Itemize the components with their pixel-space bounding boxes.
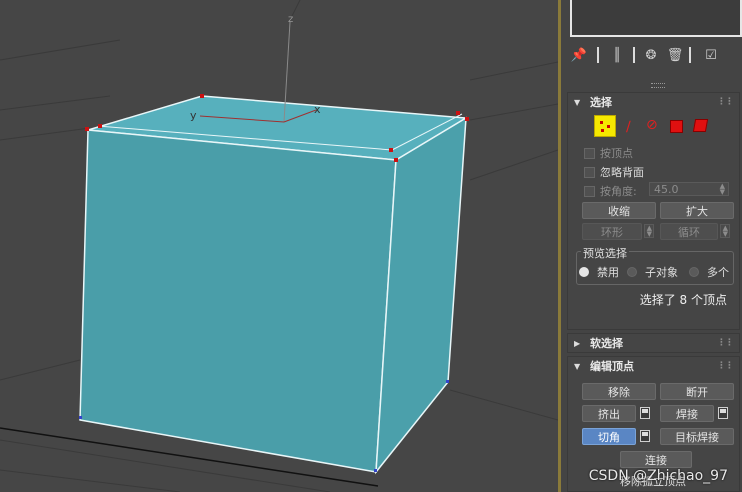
polygon-mode-icon[interactable] <box>670 120 683 133</box>
ring-button[interactable]: 环形 <box>582 223 642 240</box>
trash-icon[interactable]: 🗑 <box>667 46 684 64</box>
collapse-arrow-icon: ▼ <box>574 97 581 107</box>
axis-z-label: z <box>288 14 293 25</box>
weld-settings-icon[interactable] <box>718 407 728 419</box>
modifier-list-box[interactable] <box>570 0 742 37</box>
drag-handle-icon[interactable]: ⋮⋮ <box>717 361 734 371</box>
element-mode-icon[interactable] <box>692 119 709 132</box>
by-angle-checkbox[interactable]: 按角度: <box>584 183 637 199</box>
grow-button[interactable]: 扩大 <box>660 202 734 219</box>
preview-multi-radio[interactable]: 多个 <box>689 264 729 280</box>
cube-front-face[interactable] <box>79 129 397 473</box>
edge-mode-icon[interactable]: ∕ <box>626 119 631 135</box>
edit-vertices-rollout-header[interactable]: ▼ 编辑顶点 ⋮⋮ <box>568 357 739 375</box>
soft-selection-rollout: ▶ 软选择 ⋮⋮ <box>567 333 740 353</box>
ring-spinner[interactable]: ▲ ▼ <box>644 224 654 238</box>
selection-title: 选择 <box>590 96 612 109</box>
axis-y-label: y <box>190 109 197 122</box>
viewport-canvas[interactable]: z y x <box>0 0 558 492</box>
vertex-mode-icon[interactable] <box>594 115 616 137</box>
modifier-stack-toolbar: 📌 ║ ❂ 🗑 ☑ <box>571 46 741 66</box>
selection-rollout: ▼ 选择 ⋮⋮ ∕ ⊘ 按顶点 忽略背面 按角度: 45.0 ▲ ▼ 收缩 扩大 … <box>567 92 740 330</box>
edit-vertices-title: 编辑顶点 <box>590 360 634 373</box>
soft-selection-rollout-header[interactable]: ▶ 软选择 ⋮⋮ <box>568 334 739 352</box>
preview-selection-title: 预览选择 <box>581 245 629 261</box>
pin-icon[interactable]: 📌 <box>571 46 587 64</box>
selection-status: 选择了 8 个顶点 <box>639 293 727 307</box>
remove-button[interactable]: 移除 <box>582 383 656 400</box>
angle-spinner[interactable]: 45.0 ▲ ▼ <box>649 182 729 196</box>
selection-rollout-header[interactable]: ▼ 选择 ⋮⋮ <box>568 93 739 111</box>
break-button[interactable]: 断开 <box>660 383 734 400</box>
chamfer-settings-icon[interactable] <box>640 430 650 442</box>
weld-button[interactable]: 焊接 <box>660 405 714 422</box>
extrude-button[interactable]: 挤出 <box>582 405 636 422</box>
loop-spinner[interactable]: ▲ ▼ <box>720 224 730 238</box>
axis-x-label: x <box>314 103 321 116</box>
collapse-arrow-icon: ▼ <box>574 361 581 371</box>
target-weld-button[interactable]: 目标焊接 <box>660 428 734 445</box>
connect-button[interactable]: 连接 <box>620 451 692 468</box>
panel-resize-grip[interactable] <box>651 83 665 88</box>
shrink-button[interactable]: 收缩 <box>582 202 656 219</box>
stack-icon[interactable]: ║ <box>609 46 625 64</box>
preview-off-radio[interactable]: 禁用 <box>579 264 619 280</box>
ignore-backfacing-checkbox[interactable]: 忽略背面 <box>584 164 644 180</box>
extrude-settings-icon[interactable] <box>640 407 650 419</box>
configure-icon[interactable]: ☑ <box>703 46 719 64</box>
expand-arrow-icon: ▶ <box>574 338 581 348</box>
drag-handle-icon[interactable]: ⋮⋮ <box>717 338 734 348</box>
drag-handle-icon[interactable]: ⋮⋮ <box>717 97 734 107</box>
chamfer-button[interactable]: 切角 <box>582 428 636 445</box>
toolbar-separator <box>689 47 691 63</box>
modifier-icon[interactable]: ❂ <box>643 46 659 64</box>
border-mode-icon[interactable]: ⊘ <box>646 117 658 133</box>
toolbar-separator <box>597 47 599 63</box>
loop-button[interactable]: 循环 <box>660 223 718 240</box>
soft-selection-title: 软选择 <box>590 337 623 350</box>
watermark: CSDN @Zhichao_97 <box>588 468 728 484</box>
by-vertex-checkbox[interactable]: 按顶点 <box>584 145 633 161</box>
preview-selection-group: 预览选择 禁用 子对象 多个 <box>576 245 734 285</box>
command-panel: 📌 ║ ❂ 🗑 ☑ ▼ 选择 ⋮⋮ ∕ ⊘ 按顶点 忽略背面 按角度: 45.0… <box>561 0 742 492</box>
preview-subobject-radio[interactable]: 子对象 <box>627 264 678 280</box>
toolbar-separator <box>633 47 635 63</box>
viewport[interactable]: z y x <box>0 0 558 492</box>
